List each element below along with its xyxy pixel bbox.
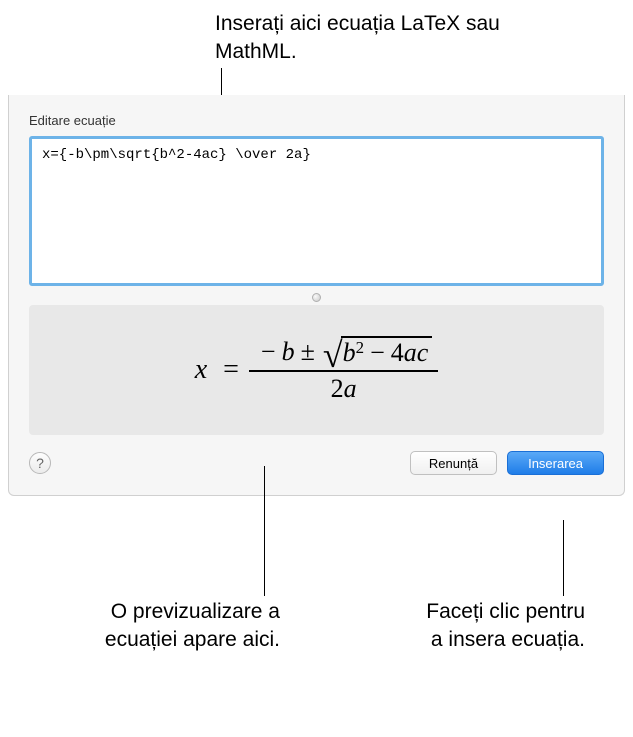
- cancel-button[interactable]: Renunță: [410, 451, 497, 475]
- den-two: 2: [331, 374, 344, 404]
- callout-insert-line: [563, 520, 564, 596]
- plus-minus-sign: ±: [301, 337, 315, 367]
- var-b: b: [282, 337, 295, 367]
- preview-denominator: 2 a: [325, 372, 363, 406]
- callout-preview-text: O previzualizare a ecuației apare aici.: [80, 598, 280, 655]
- dialog-title: Editare ecuație: [29, 113, 604, 128]
- callout-preview-line: [264, 466, 265, 596]
- sqrt-expression: √ b 2 − 4 a c: [323, 336, 432, 368]
- preview-lhs: x: [195, 354, 207, 386]
- equation-editor-dialog: Editare ecuație x = − b ± √ b 2 −: [8, 95, 625, 496]
- sqrt-exp: 2: [356, 338, 364, 358]
- sqrt-c: c: [417, 338, 429, 368]
- dialog-footer: ? Renunță Inserarea: [29, 451, 604, 475]
- help-icon: ?: [36, 455, 44, 471]
- callout-input-text: Inserați aici ecuația LaTeX sau MathML.: [215, 10, 555, 67]
- callout-insert-text: Faceți clic pentru a insera ecuația.: [410, 598, 585, 655]
- sqrt-b: b: [343, 338, 356, 368]
- help-button[interactable]: ?: [29, 452, 51, 474]
- minus-sign: −: [261, 337, 276, 367]
- den-a: a: [344, 374, 357, 404]
- sqrt-a: a: [404, 338, 417, 368]
- sqrt-body: b 2 − 4 a c: [341, 336, 433, 368]
- sqrt-minus: −: [370, 338, 385, 368]
- sqrt-four: 4: [391, 338, 404, 368]
- equation-input[interactable]: [29, 136, 604, 286]
- resize-handle[interactable]: [29, 291, 604, 303]
- rendered-equation: x = − b ± √ b 2 − 4 a c: [195, 334, 439, 406]
- insert-button[interactable]: Inserarea: [507, 451, 604, 475]
- equation-preview: x = − b ± √ b 2 − 4 a c: [29, 305, 604, 435]
- preview-equals: =: [223, 354, 239, 386]
- preview-fraction: − b ± √ b 2 − 4 a c: [249, 334, 438, 406]
- preview-numerator: − b ± √ b 2 − 4 a c: [249, 334, 438, 370]
- resize-grip-icon: [312, 293, 321, 302]
